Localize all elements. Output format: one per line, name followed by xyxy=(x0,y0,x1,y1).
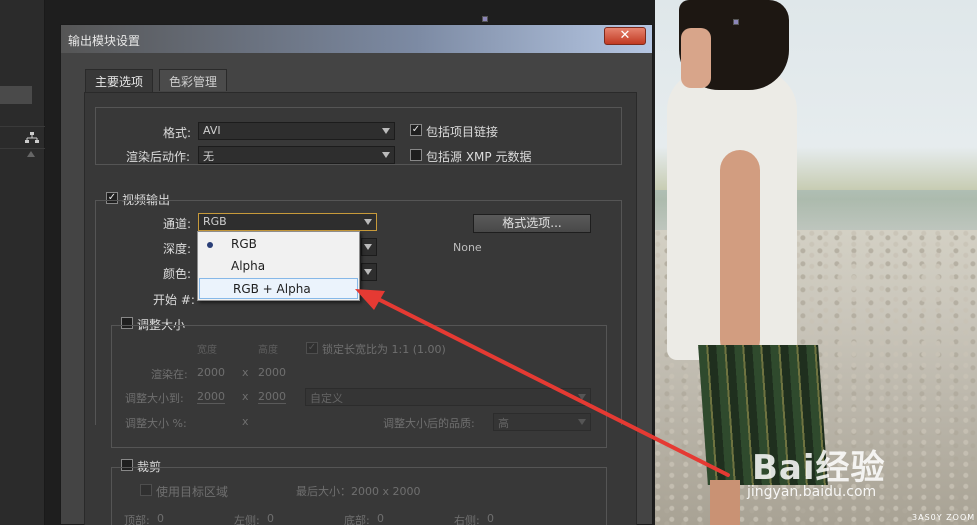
red-annotation-arrow xyxy=(355,289,730,477)
arrow-shaft xyxy=(370,294,730,477)
